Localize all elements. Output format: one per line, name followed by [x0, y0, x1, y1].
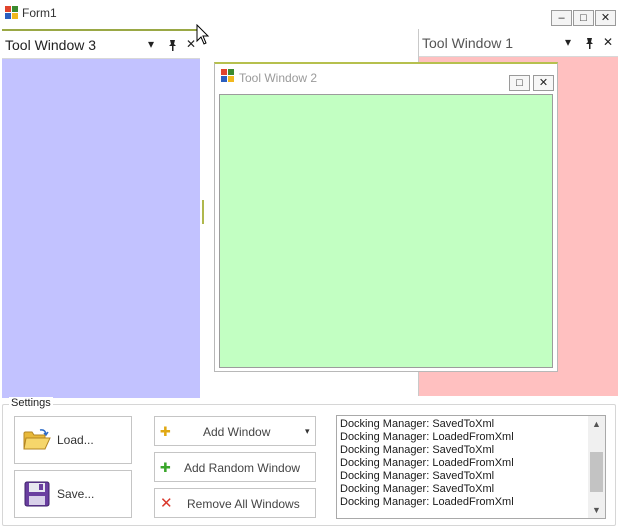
tool-window-2-title: Tool Window 2 [239, 71, 318, 85]
tool-window-3-title: Tool Window 3 [5, 37, 97, 53]
add-random-window-label: Add Random Window [184, 461, 301, 475]
dropdown-arrow-icon[interactable]: ▾ [148, 37, 154, 51]
dropdown-arrow-icon[interactable]: ▾ [305, 426, 310, 437]
tool-window-2-floating[interactable]: Tool Window 2 □ ✕ [214, 62, 558, 372]
add-window-label: Add Window [203, 425, 271, 439]
remove-all-windows-button[interactable]: ✕ Remove All Windows [154, 488, 316, 518]
app-icon [221, 69, 234, 82]
list-item[interactable]: Docking Manager: SavedToXml [340, 418, 588, 431]
add-random-window-button[interactable]: ✚ Add Random Window [154, 452, 316, 482]
dropdown-arrow-icon[interactable]: ▾ [565, 35, 571, 49]
tool-window-3[interactable]: Tool Window 3 ▾ ✕ [2, 29, 200, 398]
save-button[interactable]: Save... [14, 470, 132, 518]
maximize-button[interactable]: □ [573, 10, 594, 26]
close-icon[interactable]: ✕ [603, 35, 613, 49]
list-item[interactable]: Docking Manager: LoadedFromXml [340, 457, 588, 470]
close-icon[interactable]: ✕ [186, 37, 196, 51]
list-item[interactable]: Docking Manager: LoadedFromXml [340, 431, 588, 444]
remove-icon: ✕ [160, 495, 173, 512]
app-icon [5, 6, 18, 19]
list-item[interactable]: Docking Manager: LoadedFromXml [340, 496, 588, 509]
tool-window-3-header[interactable]: Tool Window 3 ▾ ✕ [2, 31, 200, 59]
tool-window-1-header[interactable]: Tool Window 1 ▾ ✕ [419, 29, 618, 57]
list-item[interactable]: Docking Manager: SavedToXml [340, 470, 588, 483]
save-button-label: Save... [57, 487, 95, 501]
load-button[interactable]: Load... [14, 416, 132, 464]
maximize-button[interactable]: □ [509, 75, 530, 91]
tool-window-1-title: Tool Window 1 [422, 35, 514, 51]
settings-label: Settings [9, 397, 53, 409]
title-bar: Form1 – □ ✕ [0, 0, 620, 30]
tool-window-2-content[interactable] [219, 94, 553, 368]
pin-icon[interactable] [167, 39, 178, 51]
minimize-button[interactable]: – [551, 10, 572, 26]
scroll-down-icon[interactable]: ▼ [588, 502, 605, 518]
folder-icon [23, 429, 51, 450]
load-button-label: Load... [57, 433, 94, 447]
floppy-disk-icon [24, 481, 50, 507]
plus-icon: ✚ [160, 460, 171, 475]
scroll-up-icon[interactable]: ▲ [588, 416, 605, 432]
list-item[interactable]: Docking Manager: SavedToXml [340, 444, 588, 457]
list-item[interactable]: Docking Manager: SavedToXml [340, 483, 588, 496]
close-button[interactable]: ✕ [595, 10, 616, 26]
window-title: Form1 [22, 6, 57, 20]
close-button[interactable]: ✕ [533, 75, 554, 91]
pin-icon[interactable] [584, 37, 595, 49]
add-window-button[interactable]: ✚ Add Window ▾ [154, 416, 316, 446]
remove-all-windows-label: Remove All Windows [187, 497, 300, 511]
mouse-cursor-icon [196, 24, 210, 45]
splitter-handle[interactable] [202, 200, 204, 224]
vertical-scrollbar[interactable]: ▲ ▼ [588, 416, 605, 518]
log-listbox[interactable]: Docking Manager: SavedToXml Docking Mana… [336, 415, 606, 519]
scroll-thumb[interactable] [590, 452, 603, 492]
plus-icon: ✚ [160, 424, 171, 439]
